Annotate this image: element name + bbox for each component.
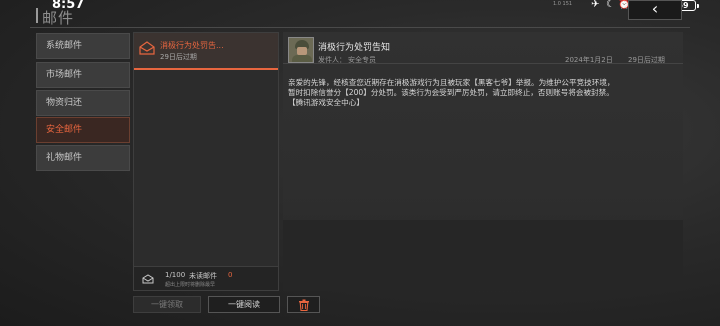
unread-label: 未读邮件 bbox=[189, 272, 217, 280]
title-accent-bar bbox=[36, 8, 38, 23]
unread-count: 0 bbox=[228, 271, 233, 279]
mail-list-item[interactable]: 消极行为处罚告... 29日后过期 bbox=[134, 33, 278, 70]
read-all-button[interactable]: 一键阅读 bbox=[208, 296, 280, 313]
read-all-label: 一键阅读 bbox=[228, 300, 260, 309]
attachment-area bbox=[283, 220, 683, 291]
moon-icon: ☾ bbox=[606, 0, 615, 10]
mail-list-footer: 1/100 未读邮件 0 超出上限时将删除最早 bbox=[134, 266, 278, 290]
sidebar-item-label: 市场邮件 bbox=[46, 70, 83, 80]
sidebar-item-gift-mail[interactable]: 礼物邮件 bbox=[36, 145, 130, 171]
mail-list: 消极行为处罚告... 29日后过期 1/100 未读邮件 0 超出上限时将删除最… bbox=[133, 32, 279, 291]
sidebar-item-label: 物资归还 bbox=[46, 98, 83, 108]
trash-icon bbox=[298, 299, 309, 312]
page-title: 邮件 bbox=[42, 9, 75, 27]
delete-button[interactable] bbox=[287, 296, 320, 313]
mailbox-icon bbox=[142, 274, 154, 284]
claim-all-label: 一键领取 bbox=[151, 300, 183, 309]
sidebar-item-market-mail[interactable]: 市场邮件 bbox=[36, 62, 130, 88]
mail-item-title: 消极行为处罚告... bbox=[160, 41, 224, 50]
mail-count: 1/100 bbox=[165, 271, 186, 279]
mail-title: 消极行为处罚告知 bbox=[318, 43, 391, 53]
network-speed: 1.0 151 bbox=[553, 1, 573, 7]
sidebar-item-security-mail[interactable]: 安全邮件 bbox=[36, 117, 130, 143]
airplane-icon: ✈ bbox=[591, 0, 600, 10]
mail-body-line: 暂时扣除信誉分【200】分处罚。该类行为会受到严厉处罚，请立即终止，否则账号将会… bbox=[288, 88, 614, 97]
mail-detail-panel: 消极行为处罚告知 发件人： 安全专员 2024年1月2日 29日后过期 亲爱的先… bbox=[283, 32, 683, 291]
mail-body: 亲爱的先锋，经核查您近期存在消极游戏行为且被玩家【黑客七爷】举报。为维护公平竞技… bbox=[288, 78, 673, 108]
header-divider bbox=[30, 27, 690, 28]
mail-body-line: 亲爱的先锋，经核查您近期存在消极游戏行为且被玩家【黑客七爷】举报。为维护公平竞技… bbox=[288, 78, 615, 87]
mail-limit-note: 超出上限时将删除最早 bbox=[165, 282, 216, 288]
status-bar: 8:57 1.0 151 ✈ ☾ ⏰ ⟳ 69 bbox=[0, 0, 720, 14]
sidebar-item-supply-return[interactable]: 物资归还 bbox=[36, 90, 130, 116]
sidebar-item-label: 安全邮件 bbox=[46, 125, 83, 135]
sidebar-item-label: 系统邮件 bbox=[46, 41, 83, 51]
back-button[interactable]: ‹ bbox=[628, 0, 682, 20]
envelope-open-icon bbox=[139, 41, 155, 55]
sender-name: 安全专员 bbox=[348, 56, 376, 64]
mail-expiry: 29日后过期 bbox=[628, 56, 665, 64]
mail-body-line: 【腾讯游戏安全中心】 bbox=[288, 98, 364, 107]
sender-label: 发件人： bbox=[318, 56, 346, 64]
mail-item-expiry: 29日后过期 bbox=[160, 53, 197, 61]
mail-date: 2024年1月2日 bbox=[565, 56, 613, 64]
sender-avatar bbox=[288, 37, 314, 63]
claim-all-button[interactable]: 一键领取 bbox=[133, 296, 201, 313]
mail-detail-header: 消极行为处罚告知 发件人： 安全专员 2024年1月2日 29日后过期 bbox=[283, 32, 683, 64]
chevron-left-icon: ‹ bbox=[651, 0, 659, 18]
sidebar-item-system-mail[interactable]: 系统邮件 bbox=[36, 33, 130, 59]
sidebar-item-label: 礼物邮件 bbox=[46, 153, 83, 163]
